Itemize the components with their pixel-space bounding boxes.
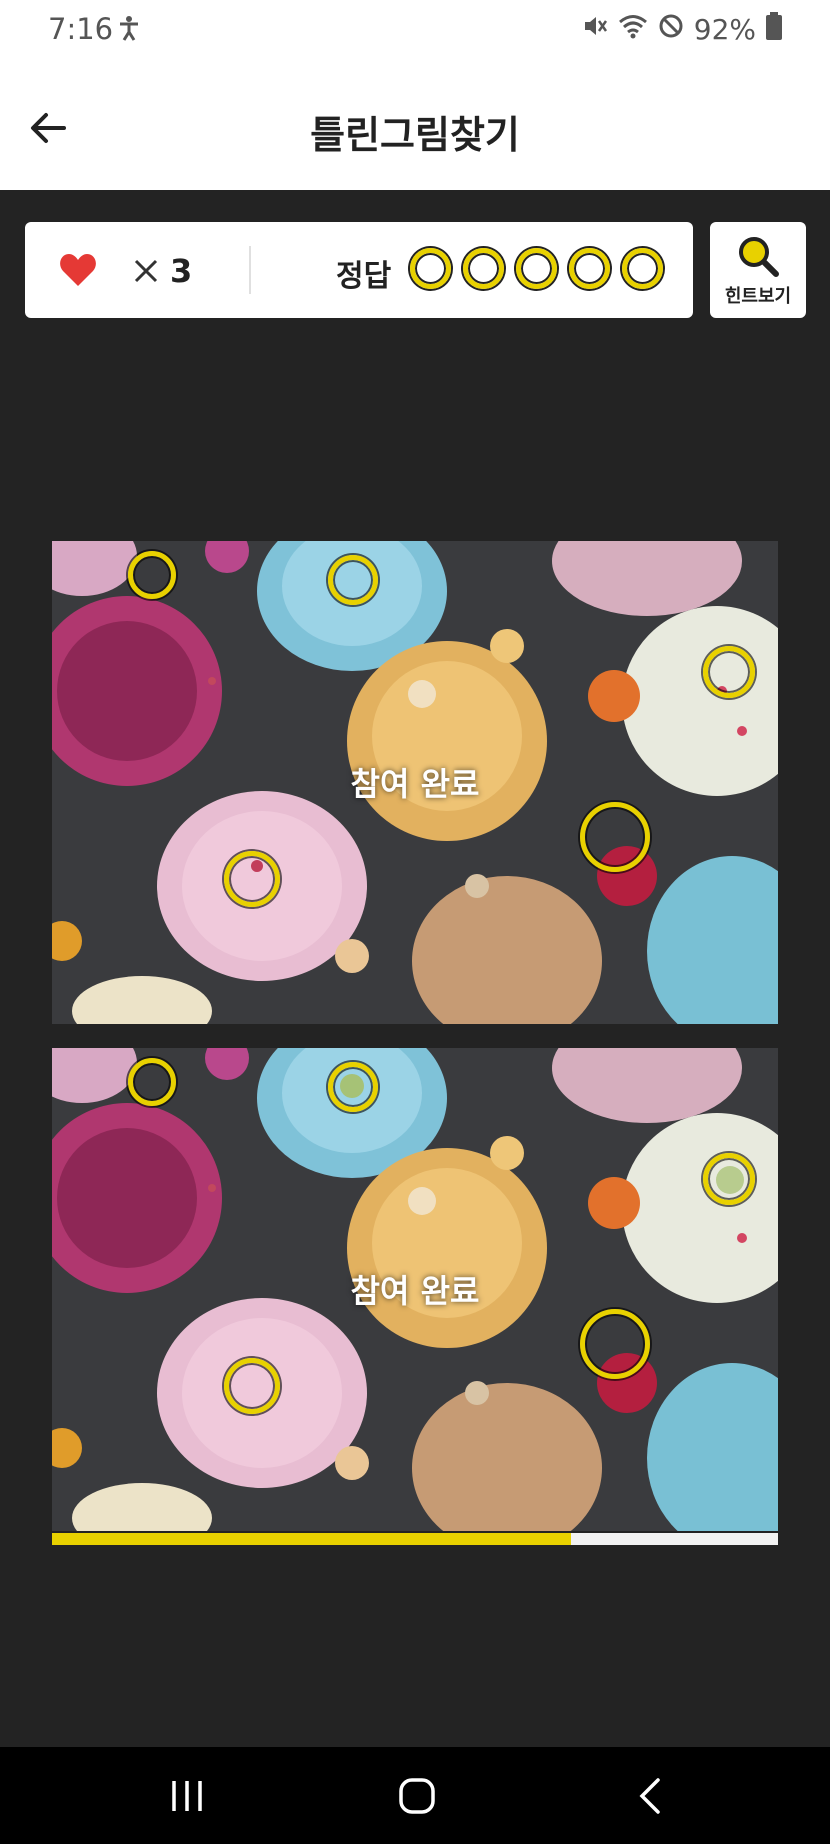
difference-marker — [224, 851, 280, 907]
system-nav-bar — [0, 1747, 830, 1844]
difference-marker — [703, 646, 755, 698]
puzzle-image-modified[interactable]: 참여 완료 — [52, 1048, 778, 1531]
time-progress-bar — [52, 1533, 778, 1545]
score-card: 3 정답 — [25, 222, 693, 318]
answer-indicators — [410, 248, 663, 289]
accessibility-icon — [118, 14, 140, 46]
battery-percent: 92% — [693, 13, 756, 46]
answer-slot — [463, 248, 504, 289]
difference-marker — [128, 551, 176, 599]
recent-apps-icon[interactable] — [170, 1779, 204, 1817]
app-bar: 틀린그림찾기 — [0, 60, 830, 190]
completed-overlay: 참여 완료 — [350, 765, 480, 803]
hint-button[interactable]: 힌트보기 — [710, 222, 806, 318]
difference-marker — [224, 1358, 280, 1414]
completed-overlay: 참여 완료 — [350, 1272, 480, 1310]
mute-icon — [582, 13, 608, 46]
difference-marker — [328, 555, 378, 605]
difference-marker — [703, 1153, 755, 1205]
status-bar: 7:16 92% — [0, 0, 830, 60]
home-icon[interactable] — [398, 1777, 436, 1819]
heart-icon — [59, 252, 97, 292]
back-icon[interactable] — [638, 1777, 662, 1819]
progress-fill — [52, 1533, 572, 1545]
hint-label: 힌트보기 — [724, 286, 792, 307]
battery-icon — [766, 12, 782, 47]
lives-count: 3 — [170, 252, 193, 290]
difference-marker — [580, 802, 650, 872]
times-icon — [133, 254, 159, 292]
answer-slot — [569, 248, 610, 289]
magnifier-icon — [736, 234, 780, 282]
answer-slot — [410, 248, 451, 289]
answer-slot — [516, 248, 557, 289]
difference-marker — [328, 1062, 378, 1112]
divider — [249, 246, 251, 294]
answer-label: 정답 — [336, 259, 392, 294]
difference-marker — [580, 1309, 650, 1379]
puzzle-image-original[interactable]: 참여 완료 — [52, 541, 778, 1024]
do-not-disturb-icon — [658, 13, 684, 46]
answer-slot — [622, 248, 663, 289]
difference-marker — [128, 1058, 176, 1106]
wifi-icon — [618, 13, 648, 46]
status-time: 7:16 — [48, 12, 114, 46]
page-title: 틀린그림찾기 — [310, 113, 520, 157]
